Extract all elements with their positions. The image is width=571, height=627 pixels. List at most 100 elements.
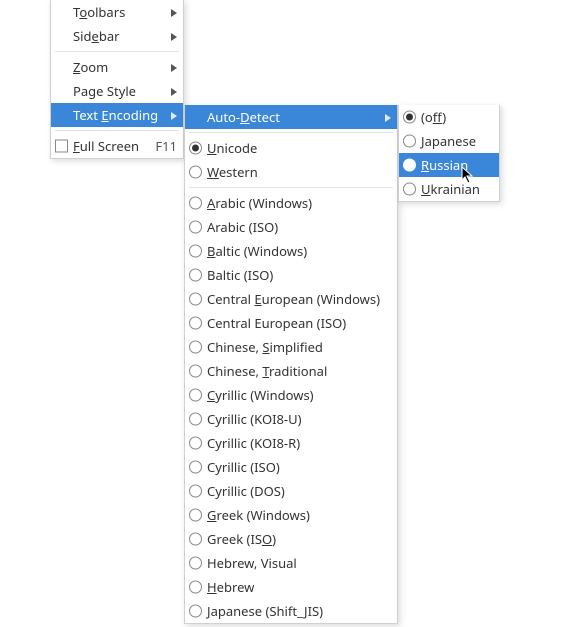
menuitem-cyrillic-iso[interactable]: Cyrillic (ISO): [185, 455, 397, 479]
menuitem-label: Hebrew: [207, 578, 391, 596]
menuitem-page-style[interactable]: Page Style: [51, 79, 183, 103]
menuitem-cyrillic-koi8r[interactable]: Cyrillic (KOI8-R): [185, 431, 397, 455]
menu-separator: [55, 130, 179, 131]
submenu-arrow-icon: [171, 106, 177, 124]
radio-icon: [189, 413, 202, 426]
menuitem-cyrillic-dos[interactable]: Cyrillic (DOS): [185, 479, 397, 503]
menuitem-western[interactable]: Western: [185, 160, 397, 184]
submenu-arrow-icon: [171, 82, 177, 100]
menuitem-central-european-windows[interactable]: Central European (Windows): [185, 287, 397, 311]
menuitem-arabic-iso[interactable]: Arabic (ISO): [185, 215, 397, 239]
radio-icon: [189, 581, 202, 594]
menuitem-toolbars[interactable]: Toolbars: [51, 0, 183, 24]
radio-icon: [189, 437, 202, 450]
menuitem-label: Hebrew, Visual: [207, 554, 391, 572]
menuitem-label: Unicode: [207, 139, 391, 157]
menuitem-label: Zoom: [73, 58, 177, 76]
menuitem-auto-detect[interactable]: Auto-Detect: [185, 105, 397, 129]
menuitem-autodetect-japanese[interactable]: Japanese: [399, 129, 499, 153]
menuitem-greek-windows[interactable]: Greek (Windows): [185, 503, 397, 527]
menuitem-label: Cyrillic (Windows): [207, 386, 391, 404]
radio-icon: [189, 533, 202, 546]
menuitem-label: Toolbars: [73, 3, 177, 21]
menuitem-accelerator: F11: [145, 137, 177, 155]
menuitem-label: Chinese, Simplified: [207, 338, 391, 356]
menuitem-unicode[interactable]: Unicode: [185, 136, 397, 160]
menuitem-greek-iso[interactable]: Greek (ISO): [185, 527, 397, 551]
radio-icon: [189, 485, 202, 498]
submenu-arrow-icon: [171, 58, 177, 76]
menuitem-label: Chinese, Traditional: [207, 362, 391, 380]
auto-detect-menu: (off) Japanese Russian Ukrainian: [398, 105, 500, 202]
radio-icon: [189, 245, 202, 258]
menuitem-hebrew-visual[interactable]: Hebrew, Visual: [185, 551, 397, 575]
menuitem-label: (off): [421, 108, 493, 126]
radio-icon: [189, 557, 202, 570]
menuitem-label: Baltic (Windows): [207, 242, 391, 260]
radio-icon: [189, 221, 202, 234]
menuitem-label: Cyrillic (ISO): [207, 458, 391, 476]
menuitem-label: Central European (ISO): [207, 314, 391, 332]
menuitem-label: Cyrillic (KOI8-U): [207, 410, 391, 428]
radio-icon: [189, 461, 202, 474]
menuitem-label: Western: [207, 163, 391, 181]
radio-icon: [189, 142, 202, 155]
menuitem-label: Greek (Windows): [207, 506, 391, 524]
radio-icon: [189, 389, 202, 402]
radio-icon: [403, 135, 416, 148]
menuitem-label: Cyrillic (DOS): [207, 482, 391, 500]
menuitem-baltic-iso[interactable]: Baltic (ISO): [185, 263, 397, 287]
menuitem-label: Central European (Windows): [207, 290, 391, 308]
menuitem-label: Ukrainian: [421, 180, 493, 198]
checkbox-icon: [55, 140, 68, 153]
menuitem-chinese-traditional[interactable]: Chinese, Traditional: [185, 359, 397, 383]
menuitem-label: Sidebar: [73, 27, 177, 45]
menuitem-autodetect-off[interactable]: (off): [399, 105, 499, 129]
menuitem-zoom[interactable]: Zoom: [51, 55, 183, 79]
menuitem-arabic-windows[interactable]: Arabic (Windows): [185, 191, 397, 215]
view-menu: Toolbars Sidebar Zoom Page Style Text En…: [50, 0, 184, 159]
radio-icon: [189, 509, 202, 522]
menuitem-chinese-simplified[interactable]: Chinese, Simplified: [185, 335, 397, 359]
menuitem-baltic-windows[interactable]: Baltic (Windows): [185, 239, 397, 263]
radio-icon: [189, 293, 202, 306]
menuitem-central-european-iso[interactable]: Central European (ISO): [185, 311, 397, 335]
radio-icon: [189, 605, 202, 618]
radio-icon: [189, 166, 202, 179]
menu-separator: [189, 187, 393, 188]
menuitem-label: Baltic (ISO): [207, 266, 391, 284]
menuitem-autodetect-russian[interactable]: Russian: [399, 153, 499, 177]
menuitem-label: Greek (ISO): [207, 530, 391, 548]
menuitem-label: Arabic (ISO): [207, 218, 391, 236]
menuitem-label: Arabic (Windows): [207, 194, 391, 212]
text-encoding-menu: Auto-Detect Unicode Western Arabic (Wind…: [184, 105, 398, 624]
submenu-arrow-icon: [171, 3, 177, 21]
menuitem-full-screen[interactable]: Full Screen F11: [51, 134, 183, 158]
radio-icon: [189, 341, 202, 354]
menuitem-label: Full Screen: [73, 137, 145, 155]
menuitem-label: Cyrillic (KOI8-R): [207, 434, 391, 452]
radio-icon: [403, 111, 416, 124]
menuitem-japanese-shiftjis[interactable]: Japanese (Shift_JIS): [185, 599, 397, 623]
menuitem-label: Russian: [421, 156, 493, 174]
menuitem-cyrillic-koi8u[interactable]: Cyrillic (KOI8-U): [185, 407, 397, 431]
menu-separator: [55, 51, 179, 52]
menu-separator: [189, 132, 393, 133]
menuitem-text-encoding[interactable]: Text Encoding: [51, 103, 183, 127]
menuitem-label: Page Style: [73, 82, 177, 100]
menuitem-hebrew[interactable]: Hebrew: [185, 575, 397, 599]
menuitem-autodetect-ukrainian[interactable]: Ukrainian: [399, 177, 499, 201]
menuitem-sidebar[interactable]: Sidebar: [51, 24, 183, 48]
radio-icon: [403, 183, 416, 196]
menuitem-label: Auto-Detect: [207, 108, 391, 126]
submenu-arrow-icon: [385, 108, 391, 126]
radio-icon: [189, 197, 202, 210]
radio-icon: [189, 317, 202, 330]
radio-icon: [189, 269, 202, 282]
menuitem-label: Japanese (Shift_JIS): [207, 602, 391, 620]
menuitem-label: Text Encoding: [73, 106, 177, 124]
menuitem-label: Japanese: [421, 132, 493, 150]
radio-icon: [403, 159, 416, 172]
menuitem-cyrillic-windows[interactable]: Cyrillic (Windows): [185, 383, 397, 407]
radio-icon: [189, 365, 202, 378]
